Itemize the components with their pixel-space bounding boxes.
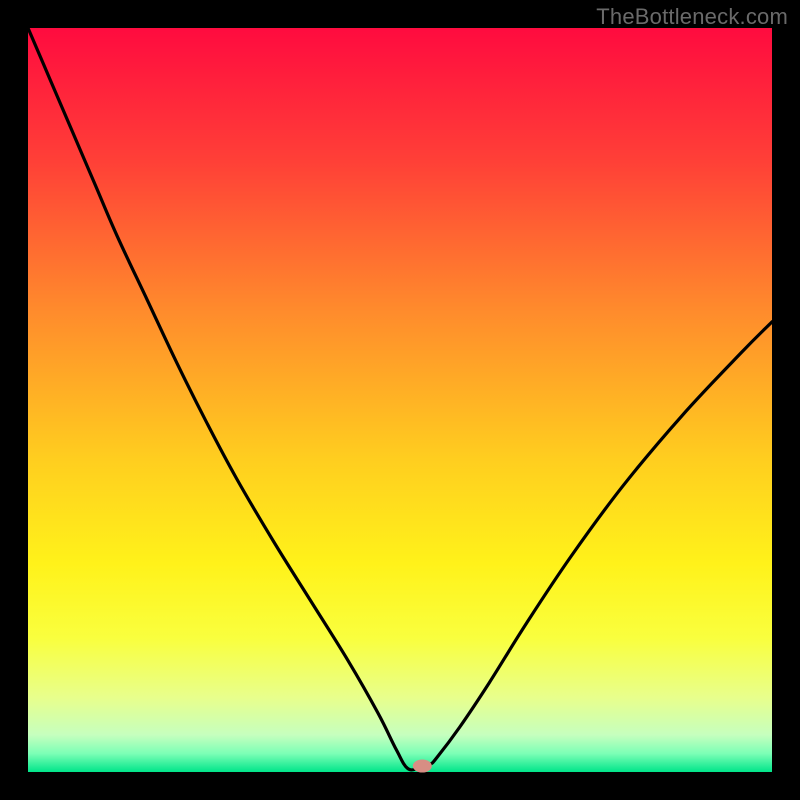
plot-background <box>28 28 772 772</box>
bottleneck-chart <box>0 0 800 800</box>
sweet-spot-marker <box>413 760 431 772</box>
chart-stage: TheBottleneck.com <box>0 0 800 800</box>
watermark-text: TheBottleneck.com <box>596 4 788 30</box>
